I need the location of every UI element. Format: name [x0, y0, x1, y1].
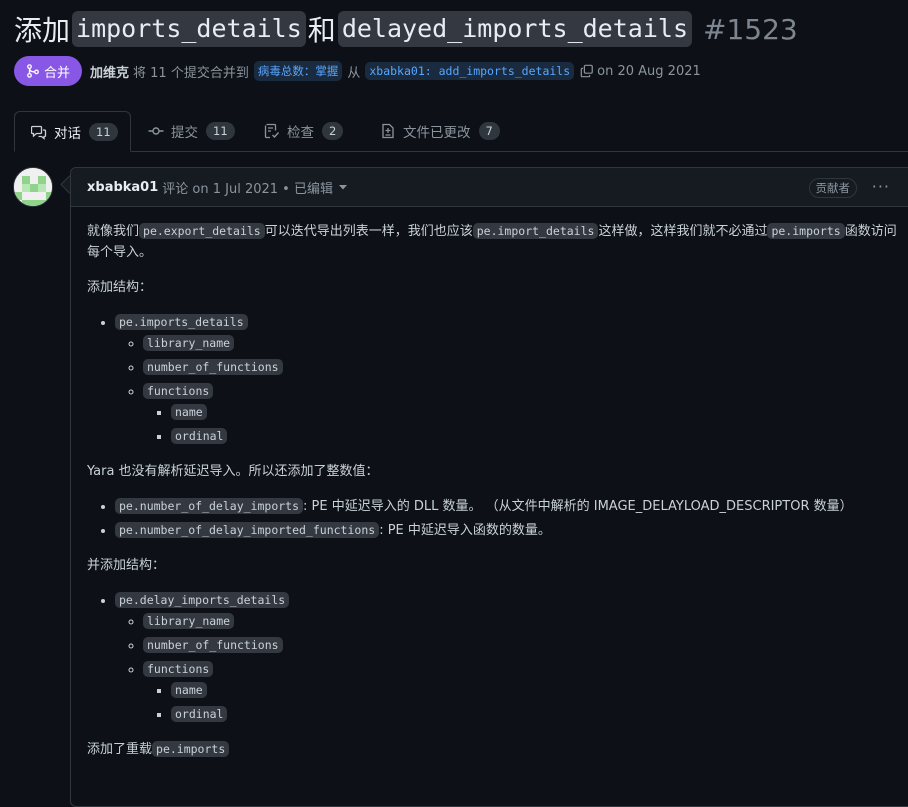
text: 可以迭代导出列表一样，我们也应该 [264, 224, 473, 239]
structure-list-imports: pe.imports_details library_name number_o… [87, 312, 898, 447]
inline-code: number_of_functions [143, 359, 283, 375]
pr-author-link[interactable]: 加维克 [90, 62, 129, 81]
integer-values-list: pe.number_of_delay_imports: PE 中延迟导入的 DL… [87, 496, 898, 541]
paragraph-add-structure: 添加结构： [87, 280, 153, 295]
list-item: pe.number_of_delay_imports: PE 中延迟导入的 DL… [115, 496, 898, 517]
list-item: name [171, 680, 898, 701]
inline-code: pe.imports [152, 741, 230, 757]
comment-body: 就像我们 pe.export_details 可以迭代导出列表一样，我们也应该 pe.… [71, 207, 908, 760]
list-item: library_name [143, 333, 898, 354]
copy-icon[interactable] [580, 64, 594, 78]
title-code-delayed-imports-details: delayed_imports_details [337, 11, 692, 47]
comment-author-link[interactable]: xbabka01 [87, 180, 158, 195]
tab-checks-label: 检查 [287, 125, 314, 141]
structure-list-delay-imports: pe.delay_imports_details library_name nu… [87, 590, 898, 725]
avatar[interactable] [13, 167, 53, 207]
list-item: number_of_functions [143, 357, 898, 378]
inline-code: library_name [143, 335, 235, 351]
tab-checks[interactable]: 检查 2 [264, 111, 344, 151]
caret-down-icon [338, 185, 347, 190]
inline-code: pe.imports [767, 223, 845, 239]
comment-header: xbabka01 评论 on 1 Jul 2021 • 已编辑 贡献者 ··· [71, 168, 908, 207]
merge-date: on 20 Aug 2021 [597, 63, 701, 79]
inline-code: pe.number_of_delay_imported_functions [115, 522, 380, 538]
inline-code: ordinal [171, 428, 228, 444]
merged-status-label: 合并 [44, 65, 71, 81]
paragraph-intro: 就像我们 pe.export_details 可以迭代导出列表一样，我们也应该 pe.… [87, 221, 898, 263]
inline-code: functions [143, 661, 214, 677]
list-item: ordinal [171, 426, 898, 447]
list-item: pe.imports_details library_name number_o… [115, 312, 898, 447]
paragraph-delay-imports: Yara 也没有解析延迟导入。所以还添加了整数值： [87, 464, 379, 479]
pr-tabs: 对话 11 提交 11 检查 2 文件已更改 7 [14, 111, 908, 152]
merged-status-badge: 合并 [14, 56, 83, 86]
title-code-imports-details: imports_details [72, 11, 306, 47]
tab-conversation-label: 对话 [54, 125, 81, 142]
list-item: pe.delay_imports_details library_name nu… [115, 590, 898, 725]
git-commit-icon [148, 127, 164, 135]
inline-code: pe.delay_imports_details [115, 592, 290, 608]
paragraph-and-add-structure: 并添加结构： [87, 558, 166, 573]
contributor-badge: 贡献者 [808, 178, 857, 198]
comment-discussion-icon [31, 125, 47, 140]
pr-summary-text: 将 11 个提交合并到 [133, 65, 249, 81]
text: : PE 中延迟导入函数的数量。 [379, 523, 551, 538]
comment-action-text: 评论 on 1 Jul 2021 • 已编辑 [162, 181, 333, 197]
inline-code: pe.number_of_delay_imports [115, 498, 304, 514]
inline-code: pe.imports_details [115, 314, 248, 330]
tab-files-changed-count: 7 [478, 122, 500, 140]
list-item: name [171, 402, 898, 423]
inline-code: library_name [143, 613, 235, 629]
text: 这样做，这样我们就不必通过 [598, 224, 768, 239]
tab-commits-label: 提交 [171, 125, 198, 141]
git-merge-icon [27, 64, 39, 78]
paragraph-overload: 添加了重载 pe.imports [87, 739, 898, 760]
tab-files-changed-label: 文件已更改 [403, 125, 471, 141]
text: 添加了重载 [87, 742, 153, 757]
tab-conversation-count: 11 [89, 122, 118, 141]
comment-box: xbabka01 评论 on 1 Jul 2021 • 已编辑 贡献者 ··· … [70, 167, 908, 807]
list-item: library_name [143, 611, 898, 632]
pr-title: 添加 imports_details 和 delayed_imports_det… [14, 8, 898, 50]
head-branch-link[interactable]: xbabka01: add_imports_details [365, 62, 575, 80]
inline-code: pe.import_details [472, 223, 599, 239]
inline-code: functions [143, 383, 214, 399]
checklist-icon [264, 123, 280, 139]
edit-history-dropdown[interactable] [338, 183, 347, 191]
tab-checks-count: 2 [322, 122, 344, 140]
from-text: 从 [347, 65, 361, 81]
text: : PE 中延迟导入的 DLL 数量。 （从文件中解析的 IMAGE_DELAY… [303, 499, 853, 514]
title-prefix: 添加 [14, 14, 71, 47]
tab-commits-count: 11 [206, 122, 235, 140]
base-branch-link[interactable]: 病毒总数：掌握 [253, 61, 343, 81]
inline-code: name [171, 682, 207, 698]
list-item: number_of_functions [143, 635, 898, 656]
inline-code: number_of_functions [143, 637, 283, 653]
pr-meta: 合并 加维克 将 11 个提交合并到 病毒总数：掌握 从 xbabka01: a… [14, 55, 701, 87]
text: 就像我们 [87, 224, 140, 239]
list-item: pe.number_of_delay_imported_functions: P… [115, 520, 898, 541]
tab-commits[interactable]: 提交 11 [148, 111, 235, 151]
file-diff-icon [382, 123, 394, 139]
list-item: ordinal [171, 704, 898, 725]
inline-code: ordinal [171, 706, 228, 722]
inline-code: pe.export_details [139, 223, 265, 239]
kebab-menu-icon[interactable]: ··· [872, 177, 890, 196]
title-joiner: 和 [307, 14, 336, 47]
inline-code: name [171, 404, 207, 420]
tab-conversation[interactable]: 对话 11 [14, 111, 131, 152]
list-item: functions name ordinal [143, 381, 898, 447]
pr-number: #1523 [703, 12, 798, 46]
tab-files-changed[interactable]: 文件已更改 7 [380, 111, 500, 151]
list-item: functions name ordinal [143, 659, 898, 725]
